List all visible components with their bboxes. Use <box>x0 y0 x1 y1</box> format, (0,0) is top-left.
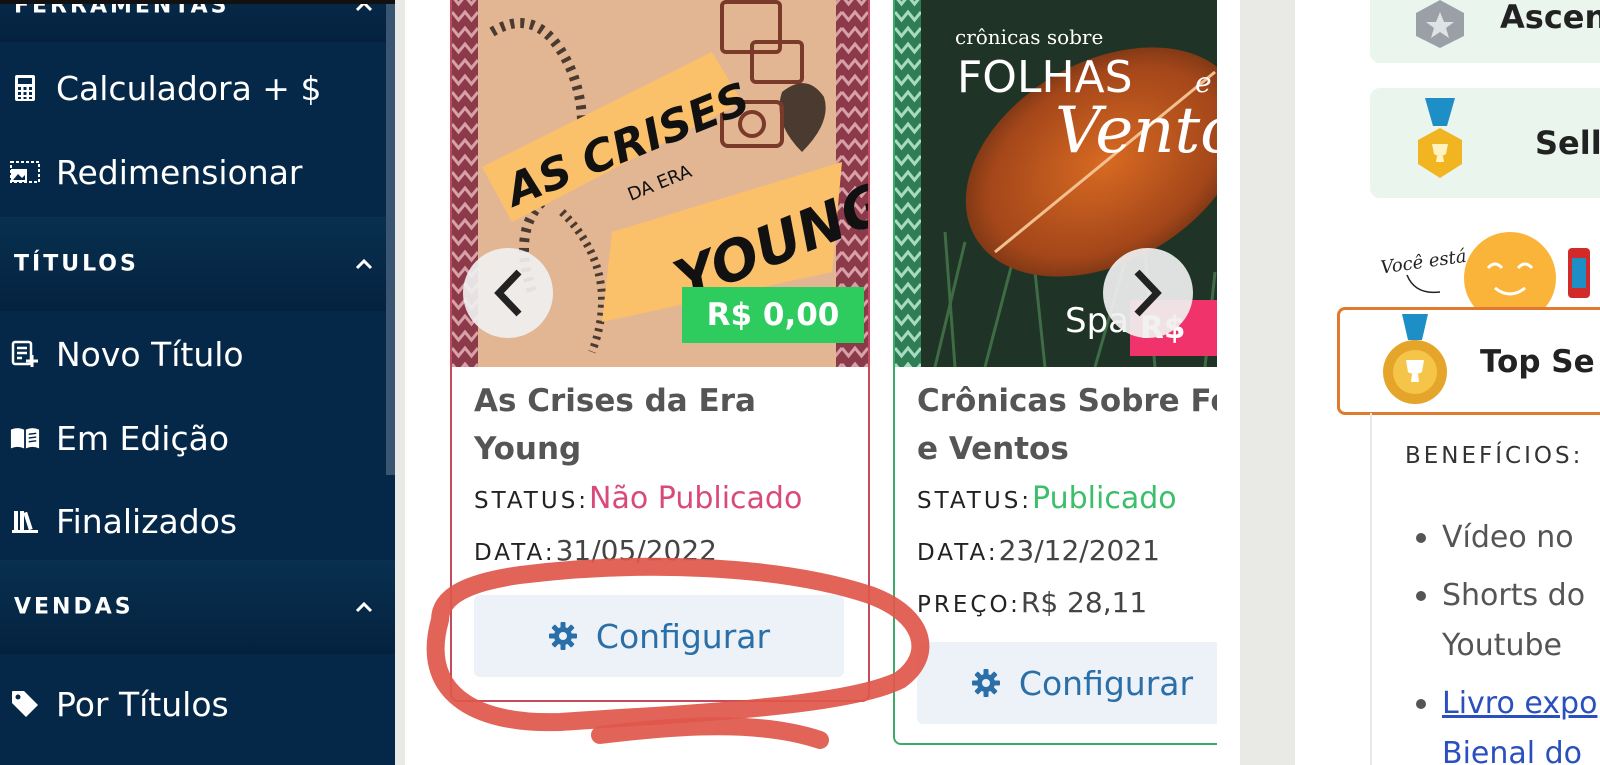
cover-title-script: Vento <box>1055 94 1231 168</box>
carousel-prev-button[interactable] <box>463 248 553 338</box>
gold-medal-icon <box>1418 98 1462 178</box>
sidebar: FERRAMENTAS Calculadora + $ Redimensiona… <box>0 0 395 765</box>
chevron-right-icon <box>1134 269 1162 317</box>
book-card: AS CRISES DA ERA YOUNG R$ 0,00 As Crises… <box>450 0 870 702</box>
book-date: DATA:23/12/2021 <box>917 534 1160 567</box>
book-info: As Crises da Era Young STATUS:Não Public… <box>474 377 858 577</box>
book-title: As Crises da Era Young <box>474 383 756 467</box>
sidebar-item-novo-titulo[interactable]: Novo Título <box>0 312 395 396</box>
benefit-item-link[interactable]: Livro expo Bienal do <box>1412 679 1597 765</box>
configure-label: Configurar <box>595 616 771 656</box>
sidebar-section-ferramentas[interactable]: FERRAMENTAS <box>0 0 395 42</box>
top-border <box>0 0 395 4</box>
benefits-list: Vídeo no Shorts do Youtube Livro expo Bien… <box>1412 513 1597 765</box>
benefits-title: BENEFÍCIOS: <box>1405 443 1584 469</box>
new-title-icon <box>10 339 40 369</box>
price-badge: R$ 0,00 <box>682 287 864 343</box>
level-card: Ascen <box>1370 0 1600 63</box>
chevron-left-icon <box>494 269 522 317</box>
price-value: R$ 28,11 <box>1020 586 1148 619</box>
carousel-next-button[interactable] <box>1103 248 1193 338</box>
seller-levels-panel: Ascen Sell Você está aqui! Top Se BENEFÍ… <box>1295 0 1600 765</box>
chevron-up-icon <box>355 601 373 613</box>
carousel-edge <box>1217 0 1240 765</box>
sidebar-item-label: Calculadora + $ <box>56 68 322 108</box>
date-value: 31/05/2022 <box>555 534 717 567</box>
configure-button[interactable]: Configurar <box>917 642 1231 724</box>
status-value: Publicado <box>1032 481 1177 516</box>
gear-icon <box>971 669 1000 697</box>
benefit-item: Shorts do Youtube <box>1412 571 1597 671</box>
gear-icon <box>548 622 577 650</box>
book-card: crônicas sobre FOLHAS e Vento Spa R$ Crô… <box>893 0 1233 745</box>
sidebar-section-vendas[interactable]: VENDAS <box>0 560 395 654</box>
sidebar-item-label: Redimensionar <box>56 152 303 192</box>
sidebar-item-redimensionar[interactable]: Redimensionar <box>0 130 395 214</box>
books-carousel: AS CRISES DA ERA YOUNG R$ 0,00 As Crises… <box>405 0 1240 765</box>
sidebar-scrollbar[interactable] <box>386 0 395 475</box>
book-status: STATUS:Publicado <box>917 481 1177 516</box>
calculator-icon <box>10 73 40 103</box>
trophy-medal-icon <box>1383 314 1447 404</box>
status-value: Não Publicado <box>589 481 803 516</box>
date-value: 23/12/2021 <box>998 534 1160 567</box>
sidebar-item-label: Em Edição <box>56 418 230 458</box>
library-icon <box>10 506 40 536</box>
sidebar-section-label: VENDAS <box>14 594 134 620</box>
sidebar-item-finalizados[interactable]: Finalizados <box>0 479 395 563</box>
sidebar-item-label: Novo Título <box>56 334 244 374</box>
current-level-card: Top Se <box>1337 307 1600 415</box>
current-level-name: Top Se <box>1480 344 1595 380</box>
book-title: Crônicas Sobre Fo e Ventos <box>917 383 1232 467</box>
resize-image-icon <box>10 157 40 187</box>
sidebar-item-por-titulos[interactable]: Por Títulos <box>0 662 395 746</box>
configure-button[interactable]: Configurar <box>474 595 844 677</box>
book-price: PREÇO:R$ 28,11 <box>917 586 1148 619</box>
silver-badge-icon <box>1416 0 1464 48</box>
cover-subtitle: crônicas sobre <box>955 25 1103 49</box>
sidebar-item-em-edicao[interactable]: Em Edição <box>0 396 395 480</box>
benefits-section: BENEFÍCIOS: Vídeo no Shorts do Youtube Li… <box>1370 413 1600 765</box>
benefit-item: Vídeo no <box>1412 513 1597 563</box>
pointer-arrow-icon <box>1406 274 1441 294</box>
sidebar-item-calculadora[interactable]: Calculadora + $ <box>0 46 395 130</box>
sidebar-section-label: TÍTULOS <box>14 251 139 277</box>
sidebar-item-label: Finalizados <box>56 501 238 541</box>
book-info: Crônicas Sobre Fo e Ventos STATUS:Public… <box>917 377 1232 629</box>
sidebar-item-label: Por Títulos <box>56 684 229 724</box>
level-name: Sell <box>1535 124 1600 162</box>
chevron-up-icon <box>355 258 373 270</box>
book-date: DATA:31/05/2022 <box>474 534 717 567</box>
open-book-icon <box>10 423 40 453</box>
level-card: Sell <box>1370 88 1600 198</box>
tag-icon <box>10 689 40 719</box>
book-status: STATUS:Não Publicado <box>474 481 803 516</box>
configure-label: Configurar <box>1018 663 1194 703</box>
level-name: Ascen <box>1500 0 1600 36</box>
sidebar-section-titulos[interactable]: TÍTULOS <box>0 217 395 311</box>
